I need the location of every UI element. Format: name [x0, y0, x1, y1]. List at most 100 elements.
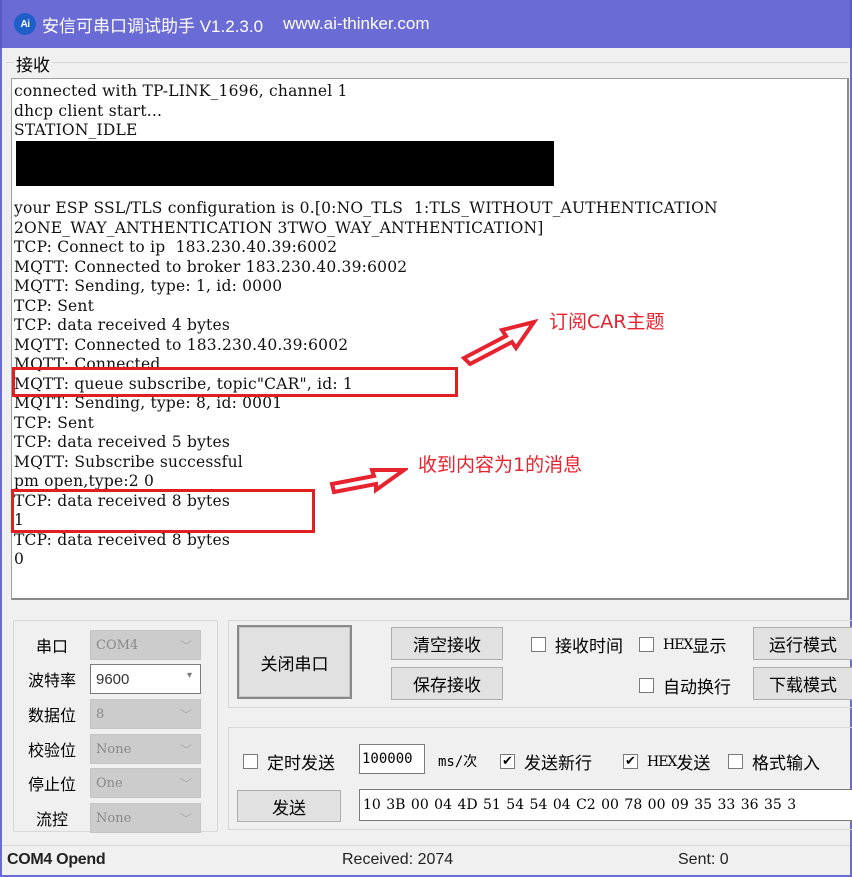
- title-bar: Ai 安信可串口调试助手 V1.2.3.0 www.ai-thinker.com: [0, 0, 852, 48]
- app-title: 安信可串口调试助手 V1.2.3.0: [42, 16, 264, 36]
- hex-send-label: 发送: [676, 754, 711, 774]
- app-url: www.ai-thinker.com: [283, 14, 430, 33]
- receive-line: STATION_IDLE: [14, 121, 138, 139]
- checkmark-icon: ✔: [625, 754, 636, 769]
- checkbox-box[interactable]: [243, 754, 258, 769]
- receive-line: MQTT: Sending, type: 1, id: 0000: [14, 277, 283, 295]
- checkmark-icon: ✔: [502, 754, 513, 769]
- send-interval-unit: ms/次: [438, 754, 478, 770]
- chevron-down-icon[interactable]: ﹀: [180, 741, 192, 758]
- port-setting-select[interactable]: One ﹀: [90, 768, 201, 798]
- port-setting-value: One: [96, 775, 123, 791]
- format-input-label: 格式输入: [752, 754, 820, 774]
- receive-line: TCP: data received 8 bytes: [14, 530, 230, 549]
- auto-wrap-checkbox[interactable]: 自动换行: [639, 673, 731, 698]
- receive-line: TCP: data received 5 bytes: [14, 433, 230, 451]
- subscribe-highlight-box: [12, 367, 458, 397]
- receive-line: connected with TP-LINK_1696, channel 1: [14, 82, 348, 100]
- port-setting-row: 流控 None ﹀: [14, 803, 219, 833]
- status-bar: COM4 Opend Received: 2074 Sent: 0: [2, 845, 850, 875]
- receive-group-divider: [6, 62, 848, 63]
- subscribe-arrow-icon: [460, 318, 539, 366]
- message-annotation: 收到内容为1的消息: [418, 454, 583, 476]
- checkbox-box[interactable]: ✔: [500, 754, 515, 769]
- receive-line: dhcp client start...: [14, 101, 163, 120]
- send-button[interactable]: 发送: [237, 790, 341, 822]
- receive-line: 2ONE_WAY_ANTHENTICATION 3TWO_WAY_ANTHENT…: [14, 218, 544, 237]
- hex-prefix-label: HEX: [647, 753, 677, 770]
- clear-receive-button[interactable]: 清空接收: [391, 627, 503, 660]
- send-payload-input[interactable]: 10 3B 00 04 4D 51 54 54 04 C2 00 78 00 0…: [359, 789, 852, 821]
- port-setting-value: None: [96, 810, 132, 826]
- port-setting-label: 停止位: [27, 775, 76, 794]
- checkbox-box[interactable]: [639, 637, 654, 652]
- control-panel: 关闭串口 清空接收 保存接收 接收时间 HEX 显示 自动换行 运行模式 下载模…: [228, 620, 852, 708]
- port-setting-row: 波特率 9600 ▾: [14, 664, 219, 694]
- port-setting-label: 数据位: [27, 706, 76, 725]
- timed-send-checkbox[interactable]: 定时发送: [243, 749, 335, 774]
- receive-group-label: 接收: [14, 51, 52, 76]
- sent-count: Sent: 0: [678, 851, 729, 868]
- send-interval-input[interactable]: 100000: [359, 744, 425, 774]
- save-receive-button[interactable]: 保存接收: [391, 667, 503, 700]
- receive-line: TCP: Sent: [14, 413, 95, 432]
- ai-thinker-logo-icon: Ai: [14, 13, 36, 35]
- port-setting-select[interactable]: 8 ﹀: [90, 699, 201, 729]
- receive-time-label: 接收时间: [555, 637, 623, 657]
- port-setting-label: 流控: [35, 810, 68, 829]
- chevron-down-icon[interactable]: ﹀: [180, 637, 192, 654]
- checkbox-box[interactable]: [639, 678, 654, 693]
- send-panel: 定时发送 100000 ms/次 ✔ 发送新行 ✔ HEX 发送 格式输入 发送…: [228, 727, 852, 830]
- port-setting-row: 校验位 None ﹀: [14, 734, 219, 764]
- port-setting-label: 串口: [35, 637, 68, 656]
- port-setting-value: 8: [96, 706, 105, 722]
- port-setting-label: 波特率: [27, 671, 76, 690]
- port-setting-row: 数据位 8 ﹀: [14, 699, 219, 729]
- send-newline-label: 发送新行: [524, 754, 592, 774]
- chevron-down-icon[interactable]: ﹀: [180, 775, 192, 792]
- port-setting-value: None: [96, 741, 132, 757]
- port-setting-select[interactable]: 9600 ▾: [90, 664, 201, 694]
- download-mode-button[interactable]: 下载模式: [753, 667, 852, 700]
- hex-send-checkbox[interactable]: ✔ HEX 发送: [623, 749, 710, 774]
- receive-line: TCP: Connect to ip 183.230.40.39:6002: [14, 238, 338, 256]
- subscribe-annotation: 订阅CAR主题: [549, 311, 665, 333]
- receive-line: MQTT: Subscribe successful: [14, 452, 243, 471]
- chevron-down-icon[interactable]: ﹀: [180, 810, 192, 827]
- port-setting-select[interactable]: None ﹀: [90, 803, 201, 833]
- message-highlight-box: [11, 489, 315, 533]
- send-newline-checkbox[interactable]: ✔ 发送新行: [500, 749, 592, 774]
- auto-wrap-label: 自动换行: [663, 678, 731, 698]
- hex-display-label: 显示: [692, 637, 727, 657]
- receive-line: TCP: data received 4 bytes: [14, 316, 230, 334]
- checkbox-box[interactable]: [531, 637, 546, 652]
- receive-line: your ESP SSL/TLS configuration is 0.[0:N…: [14, 199, 718, 217]
- checkbox-box[interactable]: ✔: [623, 754, 638, 769]
- chevron-down-icon[interactable]: ﹀: [180, 706, 192, 723]
- dropdown-arrow-icon[interactable]: ▾: [187, 670, 192, 681]
- receive-line: 0: [14, 550, 25, 568]
- receive-line: MQTT: Connected to 183.230.40.39:6002: [14, 335, 349, 354]
- port-setting-select[interactable]: None ﹀: [90, 734, 201, 764]
- port-setting-value: COM4: [96, 637, 139, 653]
- port-status: COM4 Opend: [7, 851, 106, 868]
- close-port-button[interactable]: 关闭串口: [237, 625, 352, 699]
- port-setting-select[interactable]: COM4 ﹀: [90, 630, 201, 660]
- port-setting-value: 9600: [96, 670, 130, 688]
- hex-prefix-label: HEX: [663, 636, 693, 653]
- port-settings-panel: 串口 COM4 ﹀ 波特率 9600 ▾ 数据位 8 ﹀ 校验位 None ﹀ 停止位 One ﹀ 流控 Non…: [13, 620, 219, 833]
- message-arrow-icon: [329, 468, 408, 495]
- redacted-region: [16, 141, 554, 186]
- timed-send-label: 定时发送: [267, 754, 335, 774]
- format-input-checkbox[interactable]: 格式输入: [728, 749, 820, 774]
- receive-line: TCP: Sent: [14, 296, 95, 315]
- port-setting-row: 停止位 One ﹀: [14, 768, 219, 798]
- received-count: Received: 2074: [342, 851, 454, 868]
- hex-display-checkbox[interactable]: HEX 显示: [639, 632, 726, 657]
- port-setting-label: 校验位: [27, 741, 76, 760]
- checkbox-box[interactable]: [728, 754, 743, 769]
- receive-time-checkbox[interactable]: 接收时间: [531, 632, 623, 657]
- port-setting-row: 串口 COM4 ﹀: [14, 630, 219, 660]
- run-mode-button[interactable]: 运行模式: [753, 627, 852, 660]
- receive-line: MQTT: Connected to broker 183.230.40.39:…: [14, 257, 408, 276]
